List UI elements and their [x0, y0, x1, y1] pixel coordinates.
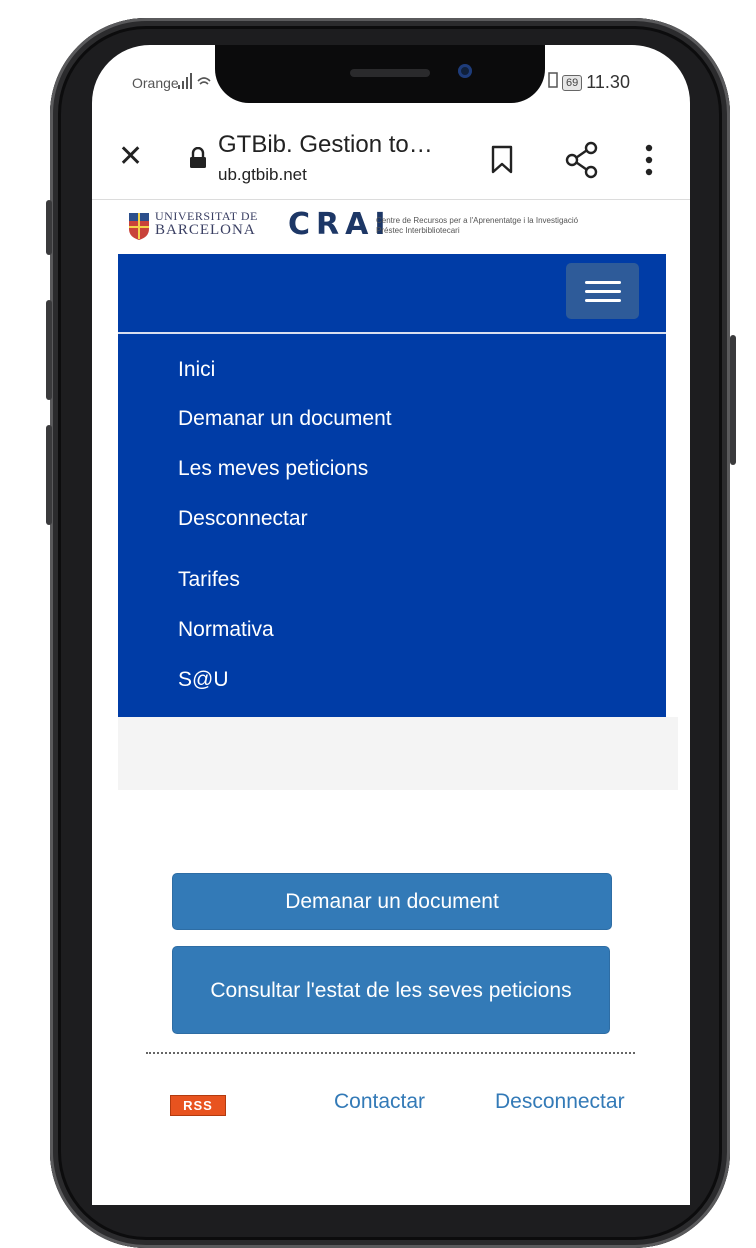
- phone-side-button: [46, 200, 52, 255]
- crai-subtitle: Centre de Recursos per a l'Aprenentatge …: [376, 216, 578, 236]
- speaker-grille: [350, 69, 430, 77]
- carrier-label: Orange: [132, 75, 179, 91]
- status-clock: 11.30: [586, 72, 630, 92]
- bookmark-icon[interactable]: [490, 145, 514, 180]
- site-header: UNIVERSITAT DE BARCELONA CRAI Centre de …: [92, 200, 690, 255]
- nav-item-meves-peticions[interactable]: Les meves peticions: [178, 457, 368, 481]
- university-name-line2: BARCELONA: [155, 222, 256, 238]
- university-name-line1: UNIVERSITAT DE: [155, 209, 258, 223]
- more-options-icon[interactable]: [644, 143, 654, 182]
- phone-side-button: [46, 425, 52, 525]
- logout-link[interactable]: Desconnectar: [495, 1090, 625, 1114]
- check-status-label: Consultar l'estat de les seves peticions: [210, 978, 572, 1002]
- front-camera-icon: [458, 64, 472, 78]
- nav-header: [118, 254, 666, 334]
- browser-page-title[interactable]: GTBib. Gestion to…: [218, 131, 433, 159]
- university-shield-icon: [128, 211, 150, 246]
- browser-toolbar: ✕ GTBib. Gestion to… ub.gtbib.net: [92, 125, 690, 200]
- footer-divider: [146, 1052, 635, 1054]
- sim-icon: [548, 72, 558, 93]
- main-navigation: Inici Demanar un document Les meves peti…: [118, 254, 666, 717]
- nav-item-inici[interactable]: Inici: [178, 358, 215, 382]
- contact-link[interactable]: Contactar: [334, 1090, 425, 1114]
- content-band: [118, 717, 678, 790]
- university-logo[interactable]: UNIVERSITAT DE BARCELONA: [155, 209, 258, 238]
- battery-indicator: 69: [562, 74, 583, 91]
- browser-url[interactable]: ub.gtbib.net: [218, 165, 307, 185]
- phone-side-button: [730, 335, 736, 465]
- close-tab-icon[interactable]: ✕: [118, 140, 143, 174]
- signal-icon: [178, 71, 214, 96]
- hamburger-menu-icon[interactable]: [566, 263, 639, 319]
- nav-item-tarifes[interactable]: Tarifes: [178, 568, 240, 592]
- rss-icon[interactable]: RSS: [170, 1095, 226, 1116]
- nav-item-demanar-document[interactable]: Demanar un document: [178, 407, 392, 431]
- lock-icon[interactable]: [189, 146, 207, 174]
- battery-area: 69 11.30: [548, 72, 630, 93]
- check-status-button[interactable]: Consultar l'estat de les seves peticions: [172, 946, 610, 1034]
- crai-subtitle-line2: Préstec Interbibliotecari: [376, 226, 460, 235]
- phone-side-button: [46, 300, 52, 400]
- crai-subtitle-line1: Centre de Recursos per a l'Aprenentatge …: [376, 216, 579, 225]
- nav-item-normativa[interactable]: Normativa: [178, 618, 274, 642]
- nav-item-desconnectar[interactable]: Desconnectar: [178, 507, 308, 531]
- phone-screen: Orange 69 11.30 ✕ GTBib. Gestion to… ub.…: [92, 45, 690, 1205]
- share-icon[interactable]: [565, 141, 599, 184]
- request-document-button[interactable]: Demanar un document: [172, 873, 612, 930]
- phone-notch: [215, 45, 545, 103]
- nav-item-sau[interactable]: S@U: [178, 668, 229, 692]
